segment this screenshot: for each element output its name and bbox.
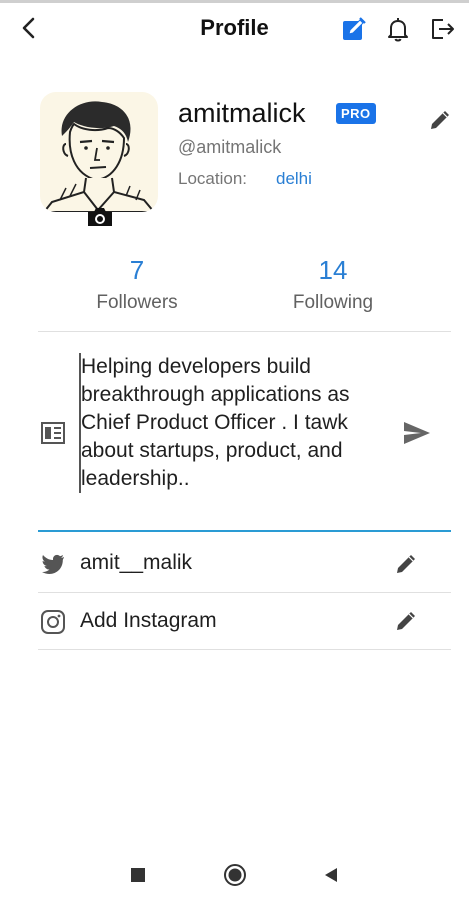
page-title: Profile [200,15,269,40]
camera-icon [88,208,112,226]
twitter-handle: amit__malik [80,551,193,574]
twitter-icon [40,551,66,577]
social-divider [38,592,451,593]
add-instagram-link[interactable]: Add Instagram [80,609,217,633]
home-button[interactable] [222,862,248,888]
circle-icon [224,864,246,886]
avatar[interactable] [40,92,158,212]
location-label: Location: [178,169,247,188]
send-icon [404,422,430,444]
username: amitmalick [178,98,306,128]
app-bar: Profile [0,3,469,53]
back-button[interactable] [14,13,44,43]
pencil-icon [397,555,415,573]
newspaper-icon [41,422,65,444]
followers-count: 7 [129,255,145,285]
followers-label: Followers [96,292,178,313]
save-bio-button[interactable] [401,419,433,447]
stats-divider [38,331,451,332]
pencil-icon [431,111,449,129]
edit-profile-button[interactable] [426,106,454,134]
back-arrow-icon [22,17,35,39]
notifications-button[interactable] [384,15,412,43]
square-icon [131,868,145,882]
logout-button[interactable] [428,15,456,43]
following-stat[interactable]: 14 Following [263,255,403,314]
user-handle: @amitmalick [178,137,282,157]
bell-icon [388,18,408,42]
edit-instagram-button[interactable] [392,607,420,635]
edit-note-button[interactable] [340,15,368,43]
recents-button[interactable] [125,862,151,888]
bio-icon [40,420,66,446]
pro-badge: PRO [336,103,376,124]
edit-note-icon [343,17,366,40]
following-label: Following [292,292,374,313]
pencil-icon [397,612,415,630]
bio-input-underline [38,530,451,532]
triangle-back-icon [325,868,337,882]
system-nav-bar [0,850,469,900]
bio-input[interactable]: Helping developers build breakthrough ap… [79,353,399,493]
change-photo-button[interactable] [86,206,114,228]
avatar-illustration [42,101,156,212]
followers-stat[interactable]: 7 Followers [67,255,207,314]
logout-icon [432,19,454,39]
location-value[interactable]: delhi [276,169,312,189]
following-count: 14 [318,255,348,285]
edit-twitter-button[interactable] [392,550,420,578]
instagram-divider [38,649,451,650]
instagram-icon [40,609,66,635]
system-back-button[interactable] [318,862,344,888]
